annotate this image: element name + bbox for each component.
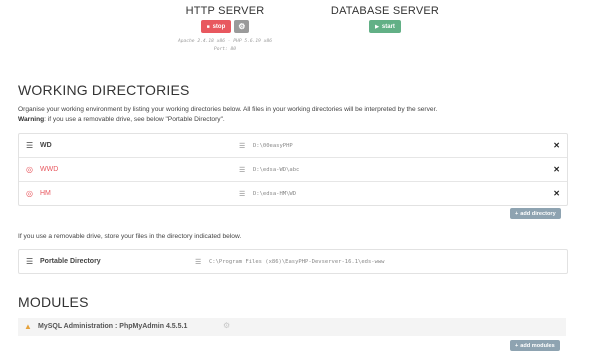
close-icon[interactable]: ✕: [553, 141, 560, 150]
http-stop-button[interactable]: ■ stop: [200, 20, 232, 33]
directory-path[interactable]: D:\edsa-WD\abc: [253, 167, 299, 173]
database-start-label: start: [381, 23, 395, 30]
database-start-button[interactable]: ▶ start: [369, 20, 401, 33]
add-modules-label: add modules: [520, 342, 555, 349]
working-directories-intro: Organise your working environment by lis…: [18, 105, 578, 125]
portable-directory-name: Portable Directory: [40, 258, 101, 265]
warning-icon: ▲: [24, 322, 32, 331]
warning-text: : if you use a removable drive, see belo…: [44, 116, 225, 123]
http-stop-label: stop: [212, 23, 226, 30]
http-server-port: Port: 80: [213, 47, 237, 52]
directory-row[interactable]: ◎ HM ☰ D:\edsa-HM\WD ✕: [19, 182, 567, 205]
portable-directory-path[interactable]: C:\Program Files (x86)\EasyPHP-Devserver…: [209, 259, 385, 265]
directory-row[interactable]: ☰ WD ☰ D:\00easyPHP ✕: [19, 134, 567, 158]
close-icon[interactable]: ✕: [553, 189, 560, 198]
directory-name[interactable]: WWD: [40, 166, 58, 173]
working-directories-list: ☰ WD ☰ D:\00easyPHP ✕ ◎ WWD ☰ D:\edsa-WD…: [18, 133, 568, 206]
eye-slash-icon: ◎: [26, 165, 33, 174]
intro-text: Organise your working environment by lis…: [18, 106, 438, 113]
directory-name[interactable]: HM: [40, 190, 51, 197]
directory-path[interactable]: D:\edsa-HM\WD: [253, 191, 296, 197]
path-list-icon: ☰: [239, 166, 246, 174]
database-server-title: DATABASE SERVER: [330, 5, 440, 17]
warning-line: Warning: if you use a removable drive, s…: [18, 115, 578, 125]
http-server-title: HTTP SERVER: [185, 5, 265, 17]
directory-name[interactable]: WD: [40, 142, 52, 149]
directory-row[interactable]: ◎ WWD ☰ D:\edsa-WD\abc ✕: [19, 158, 567, 182]
add-modules-button[interactable]: + add modules: [510, 340, 560, 351]
path-list-icon: ☰: [239, 142, 246, 150]
plus-icon: +: [515, 342, 519, 349]
modules-title: MODULES: [18, 294, 89, 310]
stop-icon: ■: [206, 23, 210, 30]
module-name[interactable]: MySQL Administration : PhpMyAdmin 4.5.5.…: [38, 323, 187, 330]
directory-path[interactable]: D:\00easyPHP: [253, 143, 293, 149]
list-icon: ☰: [26, 141, 34, 150]
path-list-icon: ☰: [239, 190, 246, 198]
add-directory-button[interactable]: + add directory: [510, 208, 561, 219]
working-directories-title: WORKING DIRECTORIES: [18, 82, 190, 98]
warning-label: Warning: [18, 116, 45, 123]
list-icon: ☰: [26, 257, 34, 266]
add-directory-label: add directory: [520, 210, 556, 217]
http-settings-button[interactable]: ⚙: [234, 20, 250, 33]
portable-directory-row[interactable]: ☰ Portable Directory ☰ C:\Program Files …: [18, 249, 568, 274]
close-icon[interactable]: ✕: [553, 165, 560, 174]
http-server-info: Apache 2.4.18 x86 - PHP 5.6.19 x86 Port:…: [160, 38, 290, 54]
play-icon: ▶: [375, 23, 379, 30]
http-server-panel: HTTP SERVER ■ stop ⚙ Apache 2.4.18 x86 -…: [160, 5, 290, 54]
database-server-panel: DATABASE SERVER ▶ start: [325, 5, 445, 33]
removable-drive-note: If you use a removable drive, store your…: [18, 233, 242, 240]
path-list-icon: ☰: [195, 258, 202, 266]
eye-slash-icon: ◎: [26, 189, 33, 198]
plus-icon: +: [515, 210, 519, 217]
portable-directory-content: ☰ Portable Directory ☰ C:\Program Files …: [19, 250, 567, 273]
http-server-version: Apache 2.4.18 x86 - PHP 5.6.19 x86: [177, 39, 273, 44]
gear-icon: ⚙: [238, 22, 246, 31]
gear-icon[interactable]: ⚙: [223, 321, 230, 330]
module-row[interactable]: ▲ MySQL Administration : PhpMyAdmin 4.5.…: [18, 318, 566, 336]
